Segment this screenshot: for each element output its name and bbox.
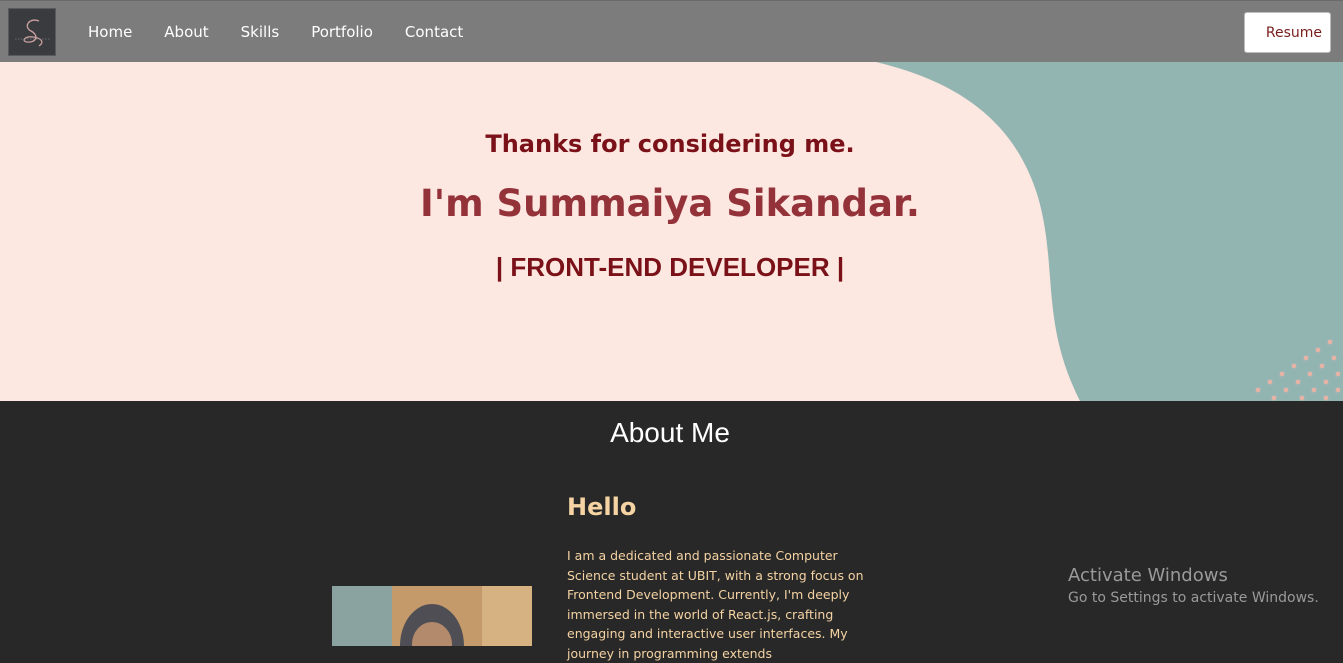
windows-activation-watermark: Activate Windows Go to Settings to activ… — [1068, 565, 1319, 608]
hero-role: | FRONT-END DEVELOPER | — [495, 252, 845, 282]
navbar: Home About Skills Portfolio Contact Resu… — [0, 0, 1343, 62]
nav-link-home[interactable]: Home — [88, 23, 132, 41]
about-body-text: I am a dedicated and passionate Computer… — [567, 548, 864, 661]
about-hello-heading: Hello — [567, 493, 637, 521]
hero-name: I'm Summaiya Sikandar. — [420, 182, 920, 225]
nav-link-skills[interactable]: Skills — [241, 23, 280, 41]
about-title: About Me — [610, 417, 730, 448]
hero-blob-decoration — [876, 62, 1343, 401]
nav-link-contact[interactable]: Contact — [405, 23, 463, 41]
watermark-title: Activate Windows — [1068, 565, 1228, 586]
signature-logo-icon[interactable] — [8, 8, 56, 56]
nav-link-about[interactable]: About — [164, 23, 208, 41]
watermark-subtitle: Go to Settings to activate Windows. — [1068, 590, 1319, 606]
resume-button[interactable]: Resume — [1244, 12, 1331, 53]
hero-section: Thanks for considering me. I'm Summaiya … — [0, 62, 1343, 401]
profile-photo — [332, 586, 532, 646]
nav-links: Home About Skills Portfolio Contact — [88, 1, 495, 63]
hero-greeting: Thanks for considering me. — [485, 130, 855, 158]
nav-link-portfolio[interactable]: Portfolio — [311, 23, 373, 41]
